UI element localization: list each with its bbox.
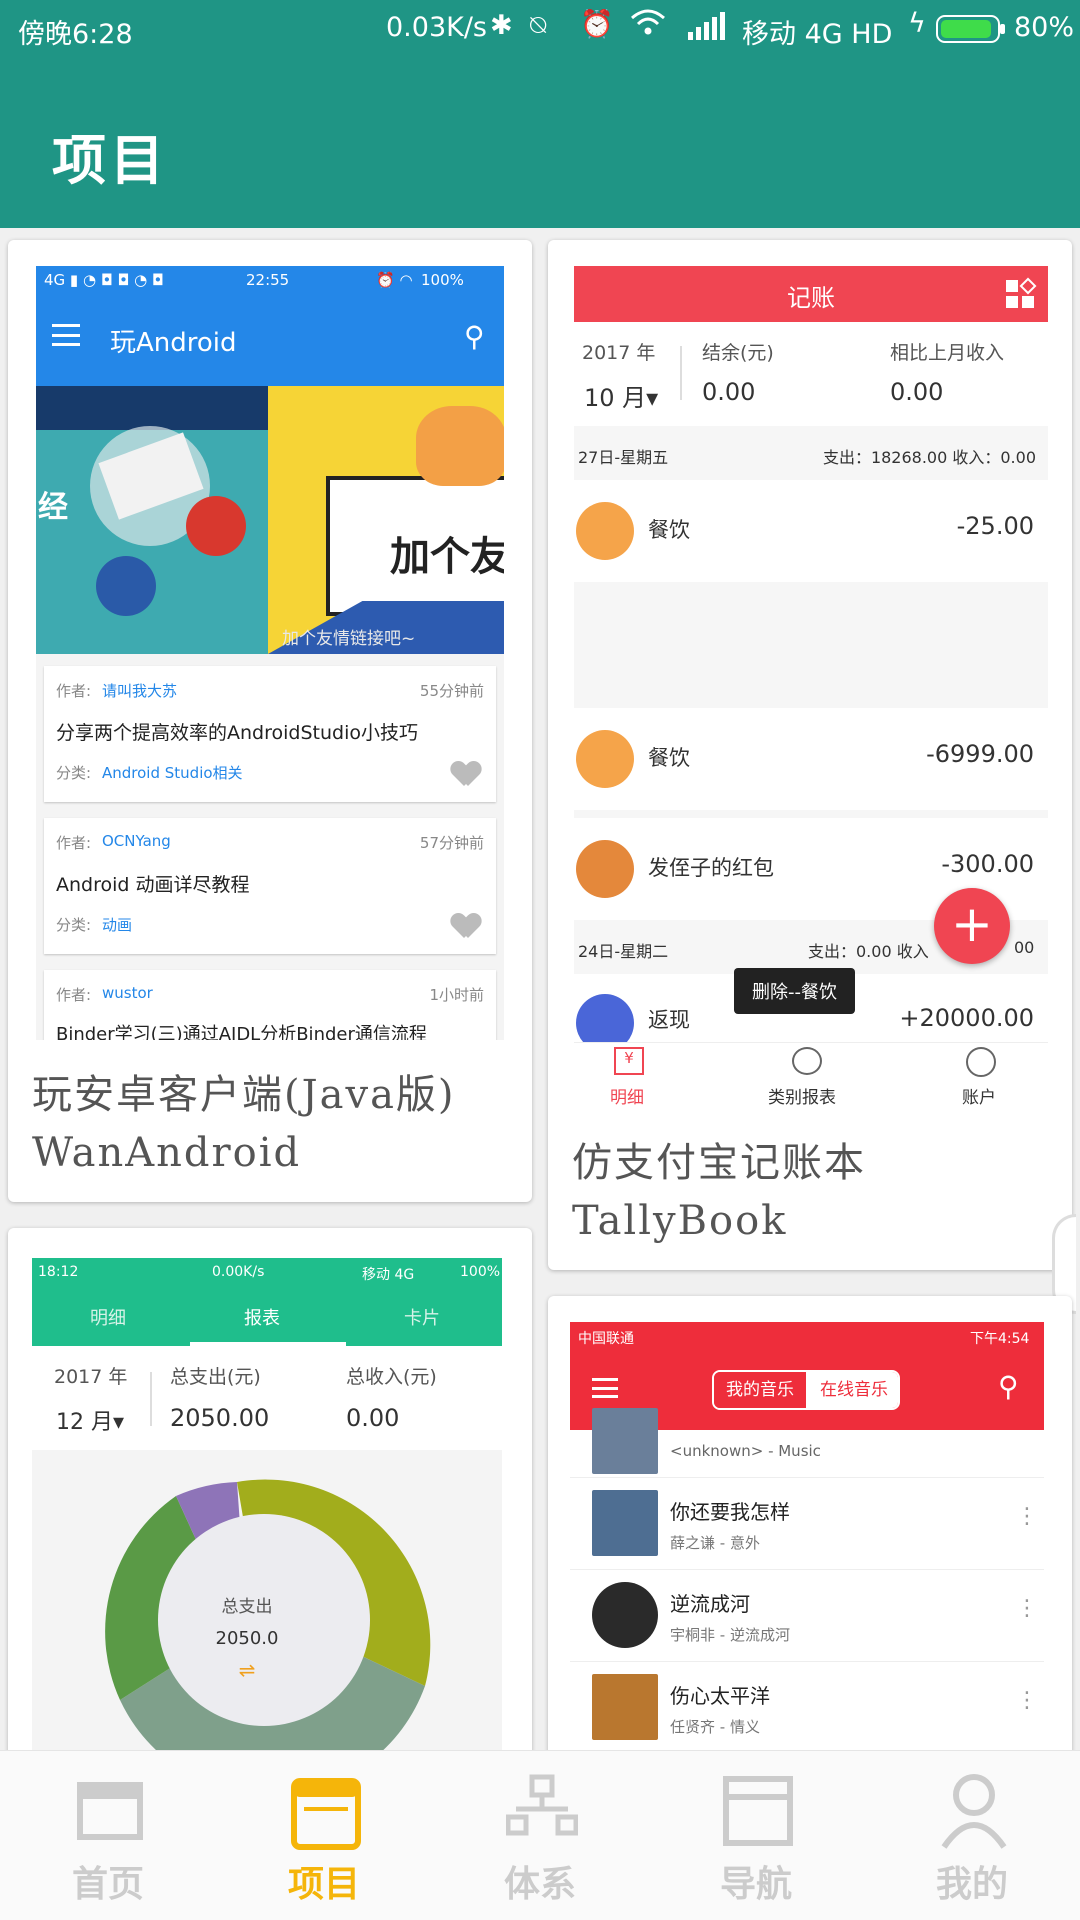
project-title: 仿支付宝记账本 — [572, 1140, 866, 1186]
wifi-icon — [630, 8, 666, 43]
list-item: <unknown> - Music — [570, 1408, 1044, 1478]
chart-icon — [792, 1047, 822, 1075]
shot-tabs: 明细 报表 卡片 — [32, 1286, 502, 1346]
shot-article-list: 作者: 请叫我大苏 55分钟前 分享两个提高效率的AndroidStudio小技… — [36, 654, 504, 1040]
nav-projects[interactable]: 项目 — [216, 1751, 432, 1920]
bottom-nav: 首页 项目 体系 导航 我的 — [0, 1750, 1080, 1920]
grid-icon — [1006, 277, 1037, 308]
project-subtitle: TallyBook — [572, 1198, 788, 1244]
tree-icon — [506, 1774, 578, 1836]
project-card-music[interactable]: 中国联通 下午4:54 我的音乐 在线音乐 ⚲ <unknown> - Musi… — [548, 1296, 1072, 1766]
navigation-icon — [723, 1776, 793, 1846]
donut-center-label: 总支出 — [221, 1597, 273, 1617]
more-icon: ⋮ — [1016, 1688, 1038, 1713]
person-icon — [941, 1774, 1007, 1849]
nav-navigation[interactable]: 导航 — [648, 1751, 864, 1920]
shot-toolbar: 玩Android ⚲ — [36, 294, 504, 386]
shot-tabbar: ¥ 明细 类别报表 账户 — [574, 1042, 1048, 1122]
project-screenshot: 4G ▮ ◔ ◘ ◘ ◔ ◘ 22:55 ⏰ ◠ 100% 玩Android ⚲ — [36, 266, 504, 1040]
project-card-tallybook[interactable]: 记账 2017 年 10 月▾ 结余(元) 0.00 相比上月收入 0.00 2… — [548, 240, 1072, 1270]
status-net-speed: 0.03K/s — [386, 12, 487, 43]
status-battery: 80% — [1014, 12, 1075, 43]
search-icon: ⚲ — [464, 320, 485, 353]
status-carrier: 移动 4G HD — [742, 19, 893, 50]
heart-icon — [452, 762, 480, 788]
refund-icon — [576, 994, 634, 1042]
alarm-icon: ⏰ — [580, 9, 614, 40]
account-icon — [966, 1047, 996, 1077]
project-icon — [291, 1778, 361, 1850]
charging-icon: ϟ — [908, 8, 926, 39]
menu-icon — [592, 1378, 618, 1398]
battery-icon — [936, 14, 1006, 51]
search-icon: ⚲ — [998, 1370, 1019, 1403]
project-screenshot: 记账 2017 年 10 月▾ 结余(元) 0.00 相比上月收入 0.00 2… — [574, 266, 1048, 1042]
detail-icon: ¥ — [614, 1047, 644, 1075]
shot-status-bar: 中国联通 下午4:54 — [570, 1322, 1044, 1350]
shot-status-bar: 4G ▮ ◔ ◘ ◘ ◔ ◘ 22:55 ⏰ ◠ 100% — [36, 266, 504, 294]
shot-status-bar: 18:12 0.00K/s 移动 4G 100% — [32, 1258, 502, 1286]
list-item: 伤心太平洋 任贤齐 - 情义 ⋮ — [570, 1662, 1044, 1754]
nav-home[interactable]: 首页 — [0, 1751, 216, 1920]
project-subtitle: WanAndroid — [32, 1130, 302, 1176]
shot-toolbar: 记账 — [574, 266, 1048, 322]
project-title: 玩安卓客户端(Java版) — [32, 1072, 456, 1118]
app-bar: 项目 — [0, 60, 1080, 228]
more-icon: ⋮ — [1016, 1504, 1038, 1529]
menu-icon — [52, 324, 80, 346]
shot-summary: 2017 年 10 月▾ 结余(元) 0.00 相比上月收入 0.00 — [574, 322, 1048, 426]
heart-icon — [452, 914, 480, 940]
nav-mine[interactable]: 我的 — [864, 1751, 1080, 1920]
shot-record-list: 27日-星期五 支出：18268.00 收入：0.00 餐饮 -25.00 餐饮… — [574, 426, 1048, 1042]
add-record-button: + — [934, 888, 1010, 964]
toast: 删除--餐饮 — [734, 968, 855, 1014]
project-card-wanandroid[interactable]: 4G ▮ ◔ ◘ ◘ ◔ ◘ 22:55 ⏰ ◠ 100% 玩Android ⚲ — [8, 240, 532, 1202]
project-screenshot: 中国联通 下午4:54 我的音乐 在线音乐 ⚲ <unknown> - Musi… — [570, 1322, 1044, 1766]
list-item: 你还要我怎样 薛之谦 - 意外 ⋮ — [570, 1478, 1044, 1570]
food-icon — [576, 730, 634, 788]
list-item: 作者: OCNYang 57分钟前 Android 动画详尽教程 分类: 动画 — [44, 818, 496, 954]
food-icon — [576, 502, 634, 560]
donut-area: 总支出 2050.0 ⇌ — [32, 1450, 502, 1768]
mute-icon: ⍉ — [530, 10, 547, 41]
status-bar: 傍晚6:28 0.03K/s ✱ ⍉ ⏰ 移动 4G HD ϟ 80% — [0, 0, 1080, 60]
bluetooth-icon: ✱ — [490, 10, 513, 41]
home-icon — [77, 1782, 143, 1840]
list-item: 逆流成河 宇桐非 - 逆流成河 ⋮ — [570, 1570, 1044, 1662]
red-packet-icon — [576, 840, 634, 898]
project-card-chart[interactable]: 18:12 0.00K/s 移动 4G 100% 明细 报表 卡片 2017 年… — [8, 1228, 532, 1768]
project-screenshot: 18:12 0.00K/s 移动 4G 100% 明细 报表 卡片 2017 年… — [32, 1258, 502, 1768]
signal-icon — [688, 12, 726, 47]
list-item: 餐饮 -25.00 — [574, 480, 1048, 582]
swap-icon: ⇌ — [238, 1658, 256, 1682]
nav-system[interactable]: 体系 — [432, 1751, 648, 1920]
list-item: 作者: wustor 1小时前 Binder学习(三)通过AIDL分析Binde… — [44, 970, 496, 1040]
list-item: 餐饮 -6999.00 — [574, 708, 1048, 810]
status-time: 傍晚6:28 — [18, 19, 133, 50]
page-title: 项目 — [52, 128, 168, 192]
more-icon: ⋮ — [1016, 1596, 1038, 1621]
shot-banner: 经 加个友 加个友情链接吧~ — [36, 386, 504, 654]
list-item: 作者: 请叫我大苏 55分钟前 分享两个提高效率的AndroidStudio小技… — [44, 666, 496, 802]
donut-center-value: 2050.0 — [215, 1628, 279, 1649]
